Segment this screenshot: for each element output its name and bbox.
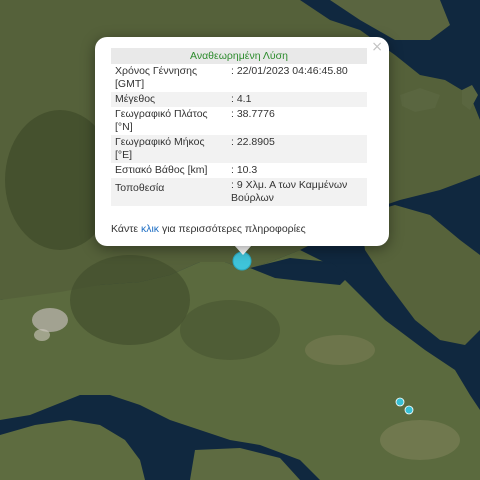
table-row: Γεωγραφικό Μήκος [°E] : 22.8905 bbox=[111, 135, 367, 163]
mountains-2 bbox=[70, 255, 190, 345]
row-value: : 22/01/2023 04:46:45.80 bbox=[231, 65, 348, 77]
earthquake-details-table: Αναθεωρημένη Λύση Χρόνος Γέννησης [GMT] … bbox=[111, 48, 367, 206]
row-value: : 4.1 bbox=[227, 92, 367, 107]
row-value: : 9 Χλμ. Α των Καμμένων Βούρλων bbox=[227, 178, 367, 206]
table-row: Χρόνος Γέννησης [GMT] : 22/01/2023 04:46… bbox=[111, 64, 367, 92]
footer-prefix: Κάντε bbox=[111, 223, 141, 235]
row-label: Γεωγραφικό Πλάτος [°N] bbox=[115, 108, 208, 133]
earthquake-marker-minor-1[interactable] bbox=[395, 397, 405, 407]
snow-patch-2 bbox=[34, 329, 50, 341]
snow-patch bbox=[32, 308, 68, 332]
popup-footer: Κάντε κλικ για περισσότερες πληροφορίες bbox=[111, 223, 306, 235]
row-label: Εστιακό Βάθος [km] bbox=[115, 164, 208, 176]
footer-suffix: για περισσότερες πληροφορίες bbox=[159, 223, 306, 235]
table-row: Τοποθεσία : 9 Χλμ. Α των Καμμένων Βούρλω… bbox=[111, 178, 367, 206]
earthquake-info-popup: × Αναθεωρημένη Λύση Χρόνος Γέννησης [GMT… bbox=[95, 37, 389, 246]
row-label: Γεωγραφικό Μήκος [°E] bbox=[111, 135, 227, 163]
more-info-link[interactable]: κλικ bbox=[141, 223, 159, 235]
close-icon[interactable]: × bbox=[371, 39, 383, 55]
plain-1 bbox=[305, 335, 375, 365]
table-row: Εστιακό Βάθος [km] : 10.3 bbox=[111, 163, 367, 178]
plain-2 bbox=[380, 420, 460, 460]
row-value: : 10.3 bbox=[231, 164, 258, 176]
earthquake-marker-minor-2[interactable] bbox=[404, 405, 414, 415]
popup-tip bbox=[234, 245, 252, 255]
table-row: Γεωγραφικό Πλάτος [°N] : 38.7776 bbox=[111, 107, 367, 135]
popup-title: Αναθεωρημένη Λύση bbox=[111, 48, 367, 64]
table-row: Μέγεθος : 4.1 bbox=[111, 92, 367, 107]
row-label: Τοποθεσία bbox=[111, 178, 227, 206]
row-value: : 22.8905 bbox=[227, 135, 367, 163]
row-label: Μέγεθος bbox=[111, 92, 227, 107]
mountains-3 bbox=[180, 300, 280, 360]
row-value: : 38.7776 bbox=[231, 108, 275, 120]
row-label: Χρόνος Γέννησης [GMT] bbox=[115, 65, 198, 90]
